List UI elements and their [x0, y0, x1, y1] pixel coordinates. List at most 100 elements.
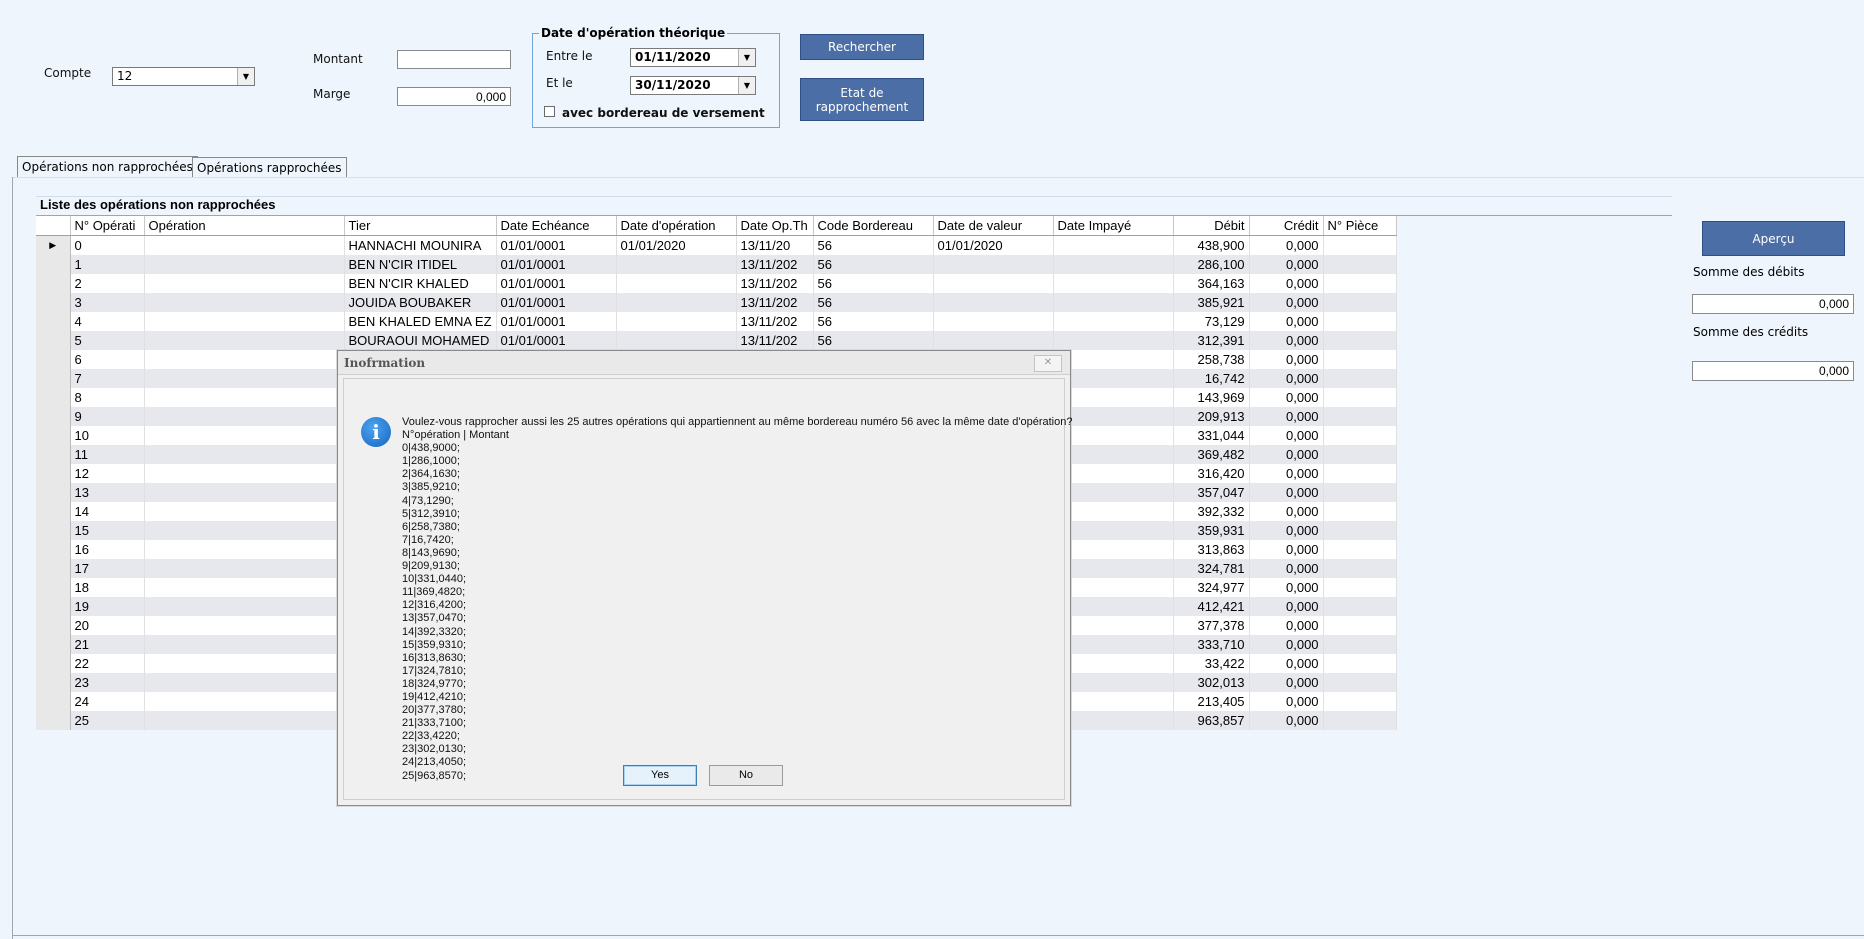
- table-cell: [144, 331, 345, 350]
- col-header[interactable]: Tier: [344, 216, 497, 236]
- row-selector[interactable]: [36, 255, 71, 274]
- row-selector[interactable]: [36, 350, 71, 369]
- row-selector[interactable]: [36, 578, 71, 597]
- row-selector[interactable]: [36, 407, 71, 426]
- somme-debits-field[interactable]: [1692, 294, 1854, 314]
- col-header[interactable]: Date de valeur: [933, 216, 1054, 236]
- table-cell: 385,921: [1173, 293, 1250, 312]
- table-cell: [1053, 331, 1174, 350]
- table-cell: 963,857: [1173, 711, 1250, 730]
- row-selector[interactable]: [36, 597, 71, 616]
- table-cell: [1323, 293, 1397, 312]
- table-row[interactable]: 5 BOURAOUI MOHAMED 01/01/0001 13/11/202 56 31…: [36, 331, 1397, 350]
- table-cell: 0,000: [1249, 559, 1324, 578]
- no-button[interactable]: No: [709, 765, 783, 786]
- et-date-picker[interactable]: 30/11/2020 ▼: [630, 76, 756, 95]
- table-cell: 19: [70, 597, 145, 616]
- table-cell: 22: [70, 654, 145, 673]
- row-selector[interactable]: [36, 445, 71, 464]
- chevron-down-icon[interactable]: ▼: [237, 68, 254, 85]
- table-cell: 7: [70, 369, 145, 388]
- row-selector[interactable]: [36, 369, 71, 388]
- table-cell: [144, 673, 345, 692]
- apercu-label: Aperçu: [1752, 231, 1795, 246]
- col-header[interactable]: Date Echéance: [496, 216, 617, 236]
- table-cell: 0,000: [1249, 654, 1324, 673]
- table-cell: 0,000: [1249, 235, 1324, 255]
- col-header[interactable]: Date Op.Th: [736, 216, 814, 236]
- chevron-down-icon[interactable]: ▼: [738, 49, 755, 66]
- table-cell: 13/11/202: [736, 255, 814, 274]
- table-cell: [144, 235, 345, 255]
- etat-rapprochement-button[interactable]: Etat de rapprochement: [800, 78, 924, 121]
- yes-button[interactable]: Yes: [623, 765, 697, 786]
- table-row[interactable]: 3 JOUIDA BOUBAKER 01/01/0001 13/11/202 56 385…: [36, 293, 1397, 312]
- table-cell: 333,710: [1173, 635, 1250, 654]
- table-cell: 13/11/202: [736, 293, 814, 312]
- row-selector[interactable]: [36, 293, 71, 312]
- col-header[interactable]: Opération: [144, 216, 345, 236]
- table-cell: [1323, 274, 1397, 293]
- table-row[interactable]: 4 BEN KHALED EMNA EZ 01/01/0001 13/11/202 56…: [36, 312, 1397, 331]
- compte-select[interactable]: 12 ▼: [112, 67, 255, 86]
- row-selector[interactable]: [36, 464, 71, 483]
- col-header[interactable]: Débit: [1173, 216, 1250, 236]
- somme-credits-field[interactable]: [1692, 361, 1854, 381]
- table-cell: 01/01/0001: [496, 235, 617, 255]
- marge-label: Marge: [313, 87, 351, 101]
- row-selector[interactable]: [36, 483, 71, 502]
- row-selector[interactable]: [36, 312, 71, 331]
- row-selector[interactable]: [36, 540, 71, 559]
- table-cell: 324,977: [1173, 578, 1250, 597]
- row-selector[interactable]: [36, 388, 71, 407]
- entre-date-picker[interactable]: 01/11/2020 ▼: [630, 48, 756, 67]
- table-cell: 258,738: [1173, 350, 1250, 369]
- row-selector[interactable]: [36, 521, 71, 540]
- row-selector[interactable]: [36, 692, 71, 711]
- col-header[interactable]: Date d'opération: [616, 216, 737, 236]
- current-row-arrow-icon[interactable]: ▶: [36, 235, 71, 255]
- chevron-down-icon[interactable]: ▼: [738, 77, 755, 94]
- col-header[interactable]: Crédit: [1249, 216, 1324, 236]
- table-cell: 0,000: [1249, 711, 1324, 730]
- tab-non-rapprochees[interactable]: Opérations non rapprochées: [17, 156, 198, 178]
- col-header[interactable]: Code Bordereau: [813, 216, 934, 236]
- table-row[interactable]: 2 BEN N'CIR KHALED 01/01/0001 13/11/202 56 36…: [36, 274, 1397, 293]
- col-header[interactable]: N° Opérati: [70, 216, 145, 236]
- row-selector[interactable]: [36, 711, 71, 730]
- dialog-body: i Voulez-vous rapprocher aussi les 25 au…: [343, 378, 1072, 800]
- table-cell: 0,000: [1249, 274, 1324, 293]
- table-cell: [1053, 312, 1174, 331]
- table-cell: [1053, 235, 1174, 255]
- row-selector[interactable]: [36, 426, 71, 445]
- row-selector[interactable]: [36, 502, 71, 521]
- table-cell: [144, 464, 345, 483]
- table-cell: 14: [70, 502, 145, 521]
- table-cell: 0,000: [1249, 635, 1324, 654]
- row-selector[interactable]: [36, 331, 71, 350]
- row-selector[interactable]: [36, 654, 71, 673]
- row-selector[interactable]: [36, 559, 71, 578]
- table-cell: 392,332: [1173, 502, 1250, 521]
- row-selector[interactable]: [36, 635, 71, 654]
- col-header[interactable]: Date Impayé: [1053, 216, 1174, 236]
- table-row[interactable]: 1 BEN N'CIR ITIDEL 01/01/0001 13/11/202 56 28…: [36, 255, 1397, 274]
- row-selector[interactable]: [36, 616, 71, 635]
- apercu-button[interactable]: Aperçu: [1702, 221, 1845, 256]
- rechercher-button[interactable]: Rechercher: [800, 34, 924, 60]
- close-icon[interactable]: ✕: [1034, 355, 1062, 372]
- col-header[interactable]: N° Pièce: [1323, 216, 1397, 236]
- row-selector[interactable]: [36, 673, 71, 692]
- compte-value: 12: [117, 69, 133, 83]
- tab-rapprochees[interactable]: Opérations rapprochées: [192, 157, 347, 177]
- montant-input[interactable]: [397, 50, 511, 69]
- table-cell: [1323, 673, 1397, 692]
- table-cell: 0,000: [1249, 369, 1324, 388]
- table-cell: 286,100: [1173, 255, 1250, 274]
- bordereau-checkbox[interactable]: [544, 106, 555, 117]
- table-row[interactable]: ▶ 0 HANNACHI MOUNIRA 01/01/0001 01/01/2020 13…: [36, 235, 1397, 255]
- row-selector[interactable]: [36, 274, 71, 293]
- marge-input[interactable]: [397, 87, 511, 106]
- table-cell: 56: [813, 293, 934, 312]
- table-cell: 13/11/202: [736, 274, 814, 293]
